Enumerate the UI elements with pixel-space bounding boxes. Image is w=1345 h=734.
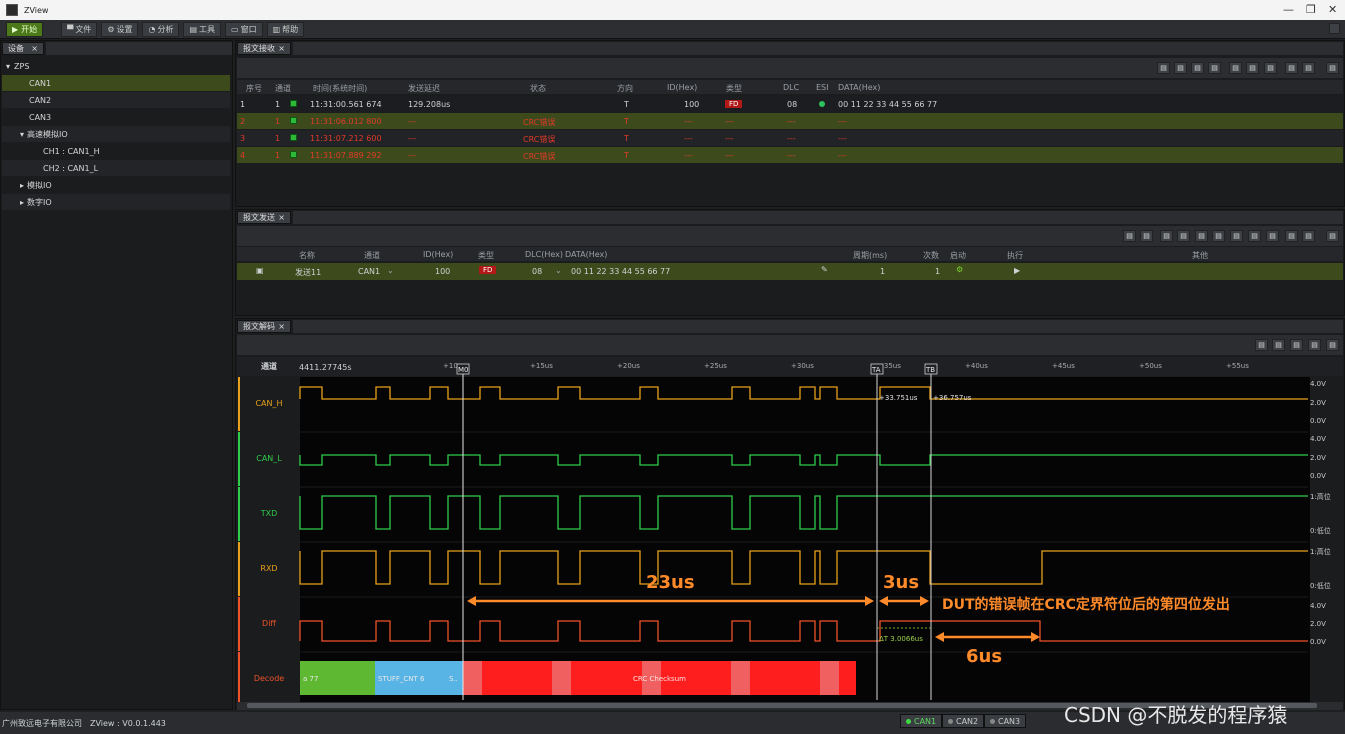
waveform-canvas: a 77 STUFF_CNT 6 S.. CRC Checksum M0 TA TB +33.… — [299, 363, 1308, 700]
decode-segment-label: S.. — [449, 675, 458, 683]
annotation-note: DUT的错误帧在CRC定界符位后的第四位发出 — [942, 596, 1230, 613]
arrow-6us-head — [935, 632, 944, 642]
decode-bit-highlight — [552, 661, 571, 695]
company-name: 广州致远电子有限公司 — [2, 718, 82, 728]
marker-label: TB — [925, 366, 935, 374]
status-dot-icon — [906, 718, 911, 724]
status-dot-icon — [990, 718, 995, 724]
decode-segment-label: CRC Checksum — [633, 675, 686, 683]
status-can2[interactable]: CAN2 — [942, 714, 985, 728]
marker-label: M0 — [458, 366, 469, 374]
cursor-ta-readout: +33.751us — [879, 394, 918, 402]
decode-bit-highlight — [820, 661, 839, 695]
wave-can-h — [299, 386, 1308, 400]
decode-bit-highlight — [731, 661, 750, 695]
version-text: ZView : V0.0.1.443 — [90, 718, 166, 728]
annotation-6us: 6us — [966, 646, 1002, 667]
annotation-3us: 3us — [883, 572, 919, 593]
status-dot-icon — [948, 718, 953, 724]
marker-label: TA — [871, 366, 881, 374]
cursor-tb-readout: +36.757us — [933, 394, 972, 402]
cursor-delta-readout: ΔT 3.0066us — [879, 635, 923, 643]
decode-segment-label: a 77 — [303, 675, 318, 683]
wave-diff — [299, 620, 1308, 642]
watermark: CSDN @不脱发的程序猿 — [1064, 703, 1288, 727]
wave-rxd — [299, 550, 1308, 585]
wave-can-l — [299, 454, 1308, 466]
status-can3[interactable]: CAN3 — [984, 714, 1027, 728]
status-can1[interactable]: CAN1 — [900, 714, 943, 728]
annotation-23us: 23us — [646, 572, 695, 593]
arrow-6us-head — [1031, 632, 1040, 642]
decode-bit-highlight — [463, 661, 482, 695]
decode-segment-label: STUFF_CNT 6 — [378, 675, 425, 683]
wave-txd — [299, 495, 1308, 530]
